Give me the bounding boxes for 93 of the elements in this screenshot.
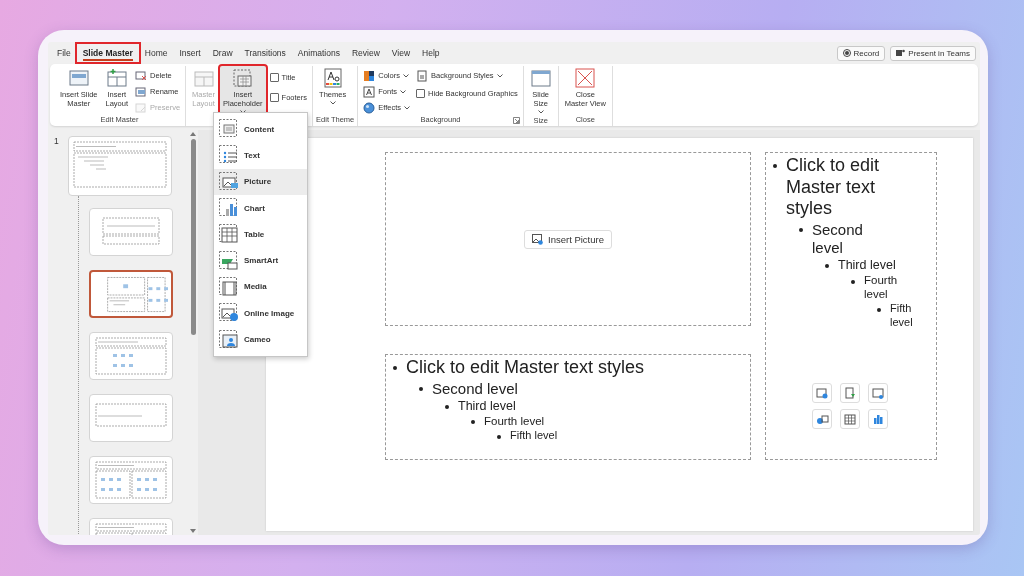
picture-icon	[532, 233, 543, 245]
placeholder-icon	[219, 119, 239, 140]
menu-item[interactable]: Online Image	[214, 300, 307, 327]
ribbon-tab[interactable]: Slide Master	[77, 45, 138, 61]
record-icon	[842, 49, 851, 57]
bullet-icon	[419, 387, 423, 392]
caret-icon	[329, 101, 336, 105]
teams-icon	[896, 49, 906, 57]
bullet-text: Third level	[458, 398, 516, 413]
ribbon-icon	[363, 85, 376, 98]
bullet-text: Second level	[432, 379, 518, 397]
menu-item[interactable]: Table	[214, 221, 307, 248]
placeholder-icon	[219, 145, 239, 166]
picture-icon	[815, 386, 829, 400]
insert-picture-button[interactable]: Insert Picture	[524, 229, 612, 249]
ribbon-icon	[529, 68, 552, 88]
ribbon-icon	[363, 101, 376, 114]
insert-content-button[interactable]	[812, 409, 832, 429]
menu-item[interactable]: Cameo	[214, 326, 307, 353]
bullet-icon	[393, 366, 397, 370]
ribbon-tab[interactable]: Insert	[174, 45, 206, 61]
bullet-icon	[877, 307, 881, 312]
scroll-up-icon[interactable]	[190, 132, 196, 136]
present-button[interactable]: Present in Teams	[890, 45, 976, 61]
bullet-icon	[851, 279, 855, 284]
ribbon-icon	[363, 69, 376, 82]
menu-item[interactable]: Picture	[214, 168, 307, 195]
placeholder-icon	[219, 224, 239, 245]
ribbon-icon	[105, 68, 128, 88]
placeholder-icon	[219, 250, 239, 271]
bullet-icon	[773, 164, 777, 168]
bullet-text: Fourth level	[864, 273, 898, 300]
caret-icon	[404, 105, 411, 110]
placeholder-icon	[219, 276, 239, 297]
placeholder-icon	[219, 198, 239, 219]
bullet-text: Fourth level	[484, 414, 545, 427]
ribbon-icon	[135, 101, 148, 114]
caret-icon	[496, 73, 503, 78]
bullet-icon	[445, 404, 449, 409]
bullet-text: Click to edit Master text styles	[406, 357, 645, 377]
ribbon-tab[interactable]: File	[52, 45, 76, 61]
menu-item[interactable]: Chart	[214, 194, 307, 222]
insert-content-button[interactable]	[812, 383, 832, 403]
record-button[interactable]: Record	[836, 45, 886, 61]
caret-icon	[400, 89, 407, 94]
menu-item[interactable]: Text	[214, 142, 307, 169]
menu-item[interactable]: Content	[214, 116, 307, 143]
document-icon	[843, 386, 857, 400]
slide-thumbnail[interactable]	[89, 270, 173, 318]
caret-icon	[402, 73, 409, 78]
bullet-text: Second level	[812, 220, 863, 256]
placeholder-icon	[219, 171, 239, 192]
image-icon	[871, 386, 885, 400]
slide-number: 1	[54, 136, 60, 148]
bullet-text: Click to edit Master text styles	[786, 155, 880, 219]
insert-content-button[interactable]	[868, 409, 888, 429]
ribbon-icon	[321, 68, 344, 88]
placeholder-icon	[219, 329, 239, 350]
ribbon-icon	[192, 68, 215, 88]
ribbon-tab[interactable]: Help	[417, 45, 445, 61]
caret-icon	[239, 110, 246, 114]
bullet-icon	[471, 420, 475, 425]
menu-item[interactable]: SmartArt	[214, 247, 307, 274]
bullet-text: Fifth level	[890, 302, 913, 328]
scroll-down-icon[interactable]	[190, 529, 196, 533]
scrollbar[interactable]	[188, 130, 198, 535]
caret-icon	[537, 110, 544, 114]
ribbon-icon	[135, 69, 148, 82]
ribbon-icon	[416, 69, 429, 82]
bullet-icon	[799, 228, 803, 233]
bullet-text: Fifth level	[510, 429, 558, 442]
dialog-launcher-icon[interactable]	[512, 117, 520, 124]
chart-icon	[871, 412, 885, 426]
ribbon-icon	[67, 68, 90, 88]
placeholder-icon	[219, 303, 239, 324]
insert-content-button[interactable]	[840, 383, 860, 403]
bullet-icon	[825, 264, 829, 269]
ribbon-icon	[135, 85, 148, 98]
insert-content-button[interactable]	[840, 409, 860, 429]
ribbon-tab[interactable]: View	[386, 45, 416, 61]
menu-item[interactable]: Media	[214, 273, 307, 301]
ribbon-icon	[574, 68, 597, 88]
ribbon-icon	[231, 68, 254, 88]
video-icon	[815, 412, 829, 426]
bullet-text: Third level	[838, 257, 896, 272]
ribbon-tab[interactable]: Transitions	[239, 45, 291, 61]
ribbon-tab[interactable]: Draw	[207, 45, 238, 61]
table-icon	[843, 412, 857, 426]
ribbon-tab[interactable]: Animations	[292, 45, 345, 61]
bullet-icon	[497, 434, 501, 439]
insert-content-button[interactable]	[868, 383, 888, 403]
ribbon-tab[interactable]: Review	[346, 45, 385, 61]
ribbon-tab[interactable]: Home	[139, 45, 173, 61]
